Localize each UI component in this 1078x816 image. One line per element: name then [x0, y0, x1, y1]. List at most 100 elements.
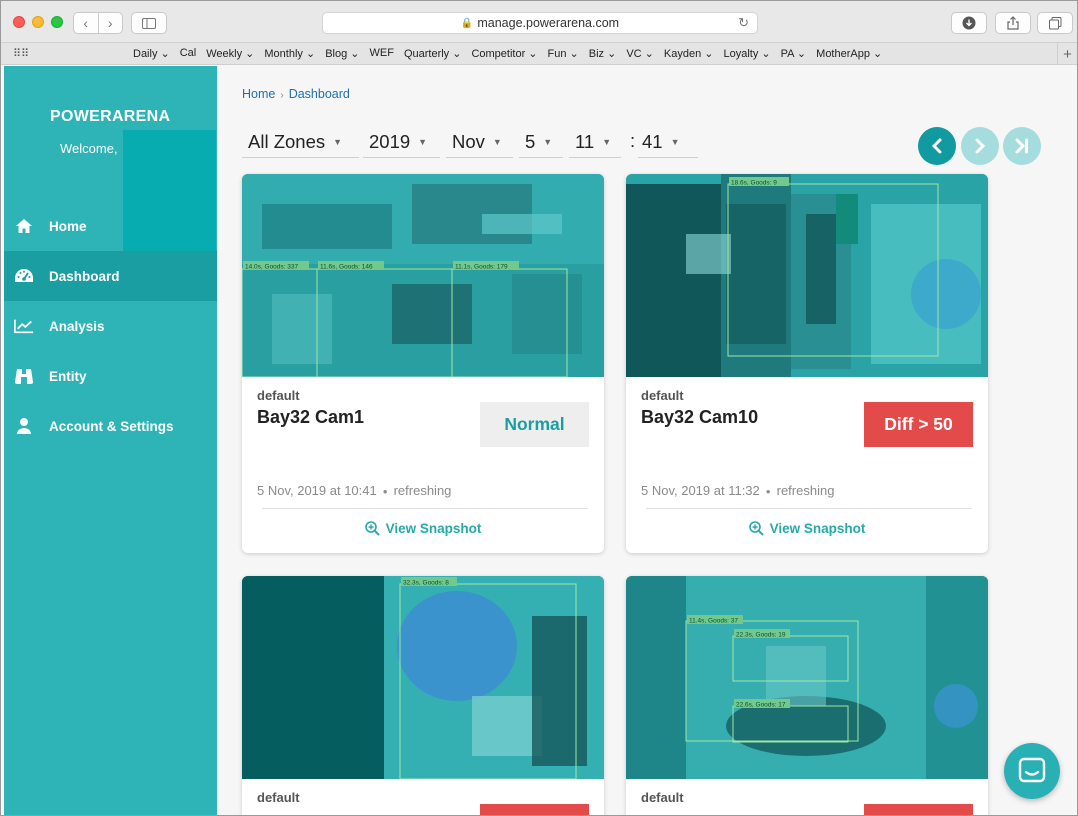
camera-card: 32.3s, Goods: 8 default — [242, 576, 604, 815]
sidebar-item-dashboard[interactable]: Dashboard — [4, 251, 217, 301]
detection-label: 18.6s, Goods: 9 — [731, 180, 777, 187]
sidebar-item-analysis[interactable]: Analysis — [4, 301, 217, 351]
bookmark-item[interactable]: Biz ⌄ — [589, 47, 617, 60]
home-icon — [14, 216, 34, 236]
bullet-separator-icon: ● — [382, 487, 388, 497]
welcome-text: Welcome, — [60, 141, 118, 156]
bookmark-item[interactable]: Loyalty ⌄ — [723, 47, 770, 60]
year-select-value: 2019 — [369, 130, 411, 152]
sidebar-item-home[interactable]: Home — [4, 201, 217, 251]
bookmark-item[interactable]: Competitor ⌄ — [471, 47, 537, 60]
day-select-value: 5 — [525, 130, 536, 152]
card-meta: 5 Nov, 2019 at 11:32 ● refreshing — [641, 483, 834, 498]
time-colon: : — [630, 130, 636, 151]
detection-label: 11.6s, Goods: 146 — [320, 264, 373, 271]
forward-arrow-icon[interactable]: › — [99, 13, 123, 33]
card-state: refreshing — [776, 483, 835, 498]
day-select[interactable]: 5 ▼ — [519, 126, 563, 158]
sidebar-item-label: Entity — [49, 368, 87, 384]
year-select[interactable]: 2019 ▼ — [363, 126, 440, 158]
bookmark-item[interactable]: Quarterly ⌄ — [404, 47, 462, 60]
card-zone: default — [257, 790, 300, 805]
chat-icon — [1018, 757, 1046, 783]
sidebar-toggle-icon — [142, 17, 156, 29]
detection-label: 11.4s, Goods: 37 — [689, 618, 738, 625]
bookmark-item[interactable]: Cal — [180, 47, 197, 60]
user-icon — [14, 416, 34, 436]
new-tab-button[interactable]: + — [1057, 43, 1077, 65]
bookmark-item[interactable]: Kayden ⌄ — [664, 47, 714, 60]
sidebar-item-entity[interactable]: Entity — [4, 351, 217, 401]
share-button[interactable] — [995, 12, 1031, 34]
tabs-overview-button[interactable] — [1037, 12, 1073, 34]
chevron-down-icon: ▼ — [333, 136, 343, 147]
sidebar-toggle-button[interactable] — [131, 12, 167, 34]
chevron-left-icon — [931, 138, 942, 154]
history-nav: ‹ › — [73, 12, 123, 34]
camera-snapshot[interactable]: 18.6s, Goods: 9 — [626, 174, 988, 377]
card-camera-name: Bay32 Cam10 — [641, 407, 759, 427]
status-badge: Normal — [480, 402, 589, 447]
card-zone: default — [641, 388, 684, 403]
minute-select-value: 41 — [642, 130, 663, 152]
next-time-button[interactable] — [961, 127, 999, 165]
status-badge — [480, 804, 589, 815]
browser-toolbar: ‹ › 🔒 manage.powerarena.com ↻ — [1, 1, 1077, 43]
hour-select[interactable]: 11 ▼ — [569, 126, 621, 158]
bookmark-item[interactable]: Weekly ⌄ — [206, 47, 254, 60]
bookmark-item[interactable]: WEF — [369, 47, 393, 60]
minimize-window-button[interactable] — [32, 16, 44, 28]
bookmark-item[interactable]: Fun ⌄ — [548, 47, 579, 60]
url-text: manage.powerarena.com — [477, 16, 620, 30]
chevron-down-icon: ▼ — [670, 136, 680, 147]
binoculars-icon — [14, 366, 34, 386]
back-arrow-icon[interactable]: ‹ — [74, 13, 99, 33]
breadcrumb-home-link[interactable]: Home — [242, 87, 275, 101]
brand-logo: POWERARENA — [50, 108, 171, 125]
address-bar[interactable]: 🔒 manage.powerarena.com ↻ — [322, 12, 758, 34]
share-icon — [1007, 16, 1019, 30]
sidebar-item-account-settings[interactable]: Account & Settings — [4, 401, 217, 451]
breadcrumb-current[interactable]: Dashboard — [289, 87, 350, 101]
bookmark-item[interactable]: Monthly ⌄ — [264, 47, 315, 60]
bookmarks-bar: ⠿⠿ Daily ⌄ Cal Weekly ⌄ Monthly ⌄ Blog ⌄ WEF Q… — [1, 43, 1077, 65]
chart-line-icon — [14, 316, 34, 336]
status-badge — [864, 804, 973, 815]
chevron-down-icon: ▼ — [543, 136, 553, 147]
month-select[interactable]: Nov ▼ — [446, 126, 513, 158]
detection-label: 14.0s, Goods: 337 — [245, 264, 299, 271]
camera-snapshot[interactable]: 32.3s, Goods: 8 — [242, 576, 604, 779]
close-window-button[interactable] — [13, 16, 25, 28]
bookmark-item[interactable]: VC ⌄ — [626, 47, 654, 60]
sidebar-item-label: Analysis — [49, 318, 105, 334]
camera-card: 14.0s, Goods: 337 11.6s, Goods: 146 11.1… — [242, 174, 604, 553]
bookmark-item[interactable]: Daily ⌄ — [133, 47, 170, 60]
minute-select[interactable]: 41 ▼ — [638, 126, 698, 158]
view-snapshot-button[interactable]: View Snapshot — [242, 521, 604, 536]
bookmark-item[interactable]: MotherApp ⌄ — [816, 47, 882, 60]
latest-time-button[interactable] — [1003, 127, 1041, 165]
lock-icon: 🔒 — [460, 17, 474, 29]
chat-launcher-button[interactable] — [1004, 743, 1060, 799]
bullet-separator-icon: ● — [765, 487, 771, 497]
bookmarks-grid-icon[interactable]: ⠿⠿ — [13, 47, 29, 60]
breadcrumb-separator-icon: › — [280, 90, 284, 101]
camera-snapshot[interactable]: 14.0s, Goods: 337 11.6s, Goods: 146 11.1… — [242, 174, 604, 377]
zone-select[interactable]: All Zones ▼ — [242, 126, 359, 158]
zoom-window-button[interactable] — [51, 16, 63, 28]
bookmark-item[interactable]: Blog ⌄ — [325, 47, 359, 60]
previous-time-button[interactable] — [918, 127, 956, 165]
reload-icon[interactable]: ↻ — [738, 15, 749, 31]
tabs-icon — [1048, 16, 1061, 29]
zoom-in-icon — [748, 521, 764, 536]
breadcrumb: Home › Dashboard — [242, 87, 350, 101]
camera-snapshot[interactable]: 11.4s, Goods: 37 22.3s, Goods: 19 22.6s,… — [626, 576, 988, 779]
hour-select-value: 11 — [575, 130, 595, 152]
view-snapshot-button[interactable]: View Snapshot — [626, 521, 988, 536]
detection-label: 22.6s, Goods: 17 — [736, 702, 786, 709]
sidebar-item-label: Dashboard — [49, 268, 120, 284]
month-select-value: Nov — [452, 130, 485, 152]
detection-label: 32.3s, Goods: 8 — [403, 580, 449, 587]
bookmark-item[interactable]: PA ⌄ — [781, 47, 807, 60]
downloads-button[interactable] — [951, 12, 987, 34]
